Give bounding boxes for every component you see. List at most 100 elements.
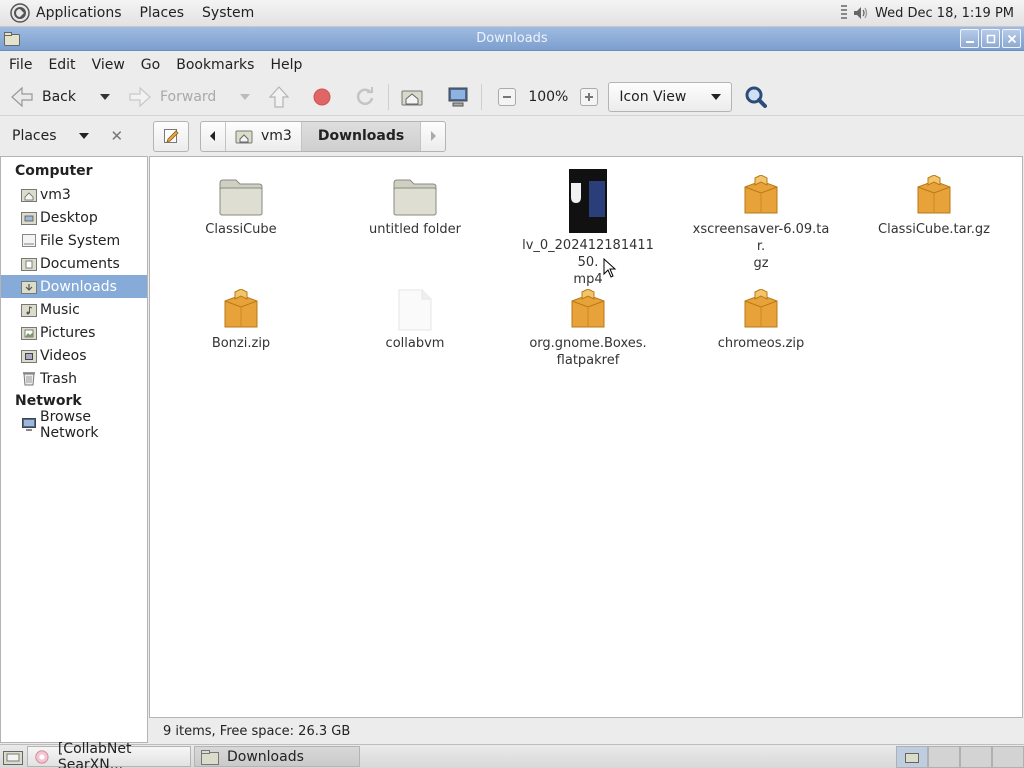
close-button[interactable] — [1002, 29, 1021, 48]
folder-icon — [201, 749, 219, 765]
file-item[interactable]: untitled folder — [345, 169, 485, 238]
view-mode-select[interactable]: Icon View — [608, 81, 733, 112]
back-button[interactable]: Back — [6, 81, 80, 113]
menu-edit[interactable]: Edit — [48, 57, 75, 73]
system-menu[interactable]: System — [202, 5, 254, 21]
sidebar-item-videos[interactable]: Videos — [1, 344, 147, 367]
sidebar-item-vm3[interactable]: vm3 — [1, 183, 147, 206]
tray-handle[interactable] — [841, 5, 848, 21]
forward-button[interactable]: Forward — [124, 81, 220, 113]
breadcrumb-forward-arrow[interactable] — [421, 122, 445, 151]
volume-icon[interactable] — [851, 4, 869, 22]
folder-icon — [219, 179, 263, 216]
sidebar: Computer vm3 Desktop File System Documen… — [0, 156, 148, 743]
forward-history-dropdown[interactable] — [240, 93, 251, 100]
toggle-location-entry-button[interactable] — [153, 120, 189, 152]
chevron-down-icon[interactable] — [78, 133, 89, 139]
clock[interactable]: Wed Dec 18, 1:19 PM — [875, 6, 1014, 21]
sidebar-item-pictures[interactable]: Pictures — [1, 321, 147, 344]
file-item[interactable]: chromeos.zip — [691, 283, 831, 352]
workspace-4[interactable] — [992, 745, 1024, 768]
file-item[interactable]: lv_0_20241218141150. mp4 — [518, 169, 658, 288]
menu-bookmarks[interactable]: Bookmarks — [176, 57, 254, 73]
places-menu[interactable]: Places — [140, 5, 185, 21]
sidebar-item-label: Desktop — [40, 209, 98, 226]
downloads-folder-icon — [21, 281, 37, 294]
sidebar-item-file-system[interactable]: File System — [1, 229, 147, 252]
stop-button[interactable] — [308, 81, 336, 113]
reload-button[interactable] — [350, 81, 380, 113]
up-arrow-icon — [268, 85, 290, 108]
file-item[interactable]: ClassiCube.tar.gz — [864, 169, 1004, 238]
sidebar-item-label: vm3 — [40, 186, 71, 203]
maximize-icon — [986, 34, 995, 43]
show-desktop-button[interactable] — [2, 746, 24, 768]
videos-folder-icon — [21, 350, 37, 363]
applications-menu[interactable]: Applications — [36, 5, 122, 21]
sidebar-item-label: Music — [40, 301, 80, 318]
zoom-in-icon — [585, 92, 594, 101]
window-titlebar[interactable]: Downloads — [0, 27, 1024, 51]
sidebar-item-downloads[interactable]: Downloads — [1, 275, 147, 298]
documents-folder-icon — [21, 258, 37, 271]
desktop-folder-icon — [21, 212, 37, 225]
home-button[interactable] — [397, 81, 427, 113]
maximize-button[interactable] — [981, 29, 1000, 48]
sidebar-item-browse-network[interactable]: Browse Network — [1, 409, 147, 441]
sidebar-item-trash[interactable]: Trash — [1, 367, 147, 390]
file-item[interactable]: Bonzi.zip — [171, 283, 311, 352]
file-item[interactable]: xscreensaver-6.09.tar. gz — [691, 169, 831, 272]
taskbar-item-label: Downloads — [227, 748, 304, 765]
back-history-dropdown[interactable] — [100, 93, 110, 100]
close-sidebar-icon[interactable]: ✕ — [111, 127, 124, 145]
file-name: ClassiCube.tar.gz — [878, 222, 990, 237]
menu-help[interactable]: Help — [270, 57, 302, 73]
menu-go[interactable]: Go — [141, 57, 160, 73]
gnome-foot-icon[interactable] — [10, 3, 30, 23]
sidebar-selector-label: Places — [12, 128, 57, 144]
workspace-2[interactable] — [928, 745, 960, 768]
taskbar-item-downloads[interactable]: Downloads — [194, 746, 360, 767]
archive-icon — [917, 175, 951, 214]
search-button[interactable] — [740, 81, 772, 113]
back-label: Back — [42, 88, 76, 105]
breadcrumb: vm3 Downloads — [200, 120, 447, 152]
file-item[interactable]: collabvm — [345, 283, 485, 352]
file-item[interactable]: org.gnome.Boxes. flatpakref — [518, 283, 658, 369]
breadcrumb-vm3[interactable]: vm3 — [226, 121, 302, 151]
show-desktop-icon — [3, 750, 23, 765]
status-bar: 9 items, Free space: 26.3 GB — [149, 719, 1023, 743]
file-view[interactable]: ClassiCube untitled folder lv_0_20241218… — [149, 156, 1023, 718]
home-folder-icon — [21, 189, 37, 202]
sidebar-item-documents[interactable]: Documents — [1, 252, 147, 275]
sidebar-item-label: Pictures — [40, 324, 96, 341]
toolbar-separator — [388, 83, 390, 110]
file-name: ClassiCube — [205, 222, 277, 237]
taskbar-item-label: [CollabNet SearXN... — [57, 740, 132, 768]
browser-icon — [35, 749, 49, 764]
menu-view[interactable]: View — [92, 57, 125, 73]
workspace-1[interactable] — [896, 745, 928, 768]
zoom-out-button[interactable] — [498, 87, 517, 106]
taskbar-item-browser[interactable]: [CollabNet SearXN... — [27, 741, 191, 768]
file-name: Bonzi.zip — [211, 336, 271, 351]
file-item[interactable]: ClassiCube — [171, 169, 311, 238]
breadcrumb-downloads-label: Downloads — [317, 128, 405, 144]
sidebar-item-music[interactable]: Music — [1, 298, 147, 321]
location-bar: Places ✕ vm3 Downloads — [0, 117, 1024, 155]
zoom-in-button[interactable] — [580, 87, 599, 106]
sidebar-item-label: Videos — [40, 347, 87, 364]
sidebar-item-desktop[interactable]: Desktop — [1, 206, 147, 229]
minimize-button[interactable] — [960, 29, 979, 48]
breadcrumb-downloads[interactable]: Downloads — [301, 121, 422, 151]
breadcrumb-back-arrow[interactable] — [201, 121, 226, 151]
file-name: untitled folder — [368, 222, 461, 237]
edit-icon — [164, 129, 179, 143]
workspace-3[interactable] — [960, 745, 992, 768]
search-icon — [745, 86, 768, 108]
menu-file[interactable]: File — [9, 57, 32, 73]
reload-icon — [357, 86, 374, 105]
sidebar-selector[interactable]: Places ✕ — [0, 127, 148, 145]
computer-button[interactable] — [443, 81, 473, 113]
up-button[interactable] — [264, 81, 294, 113]
